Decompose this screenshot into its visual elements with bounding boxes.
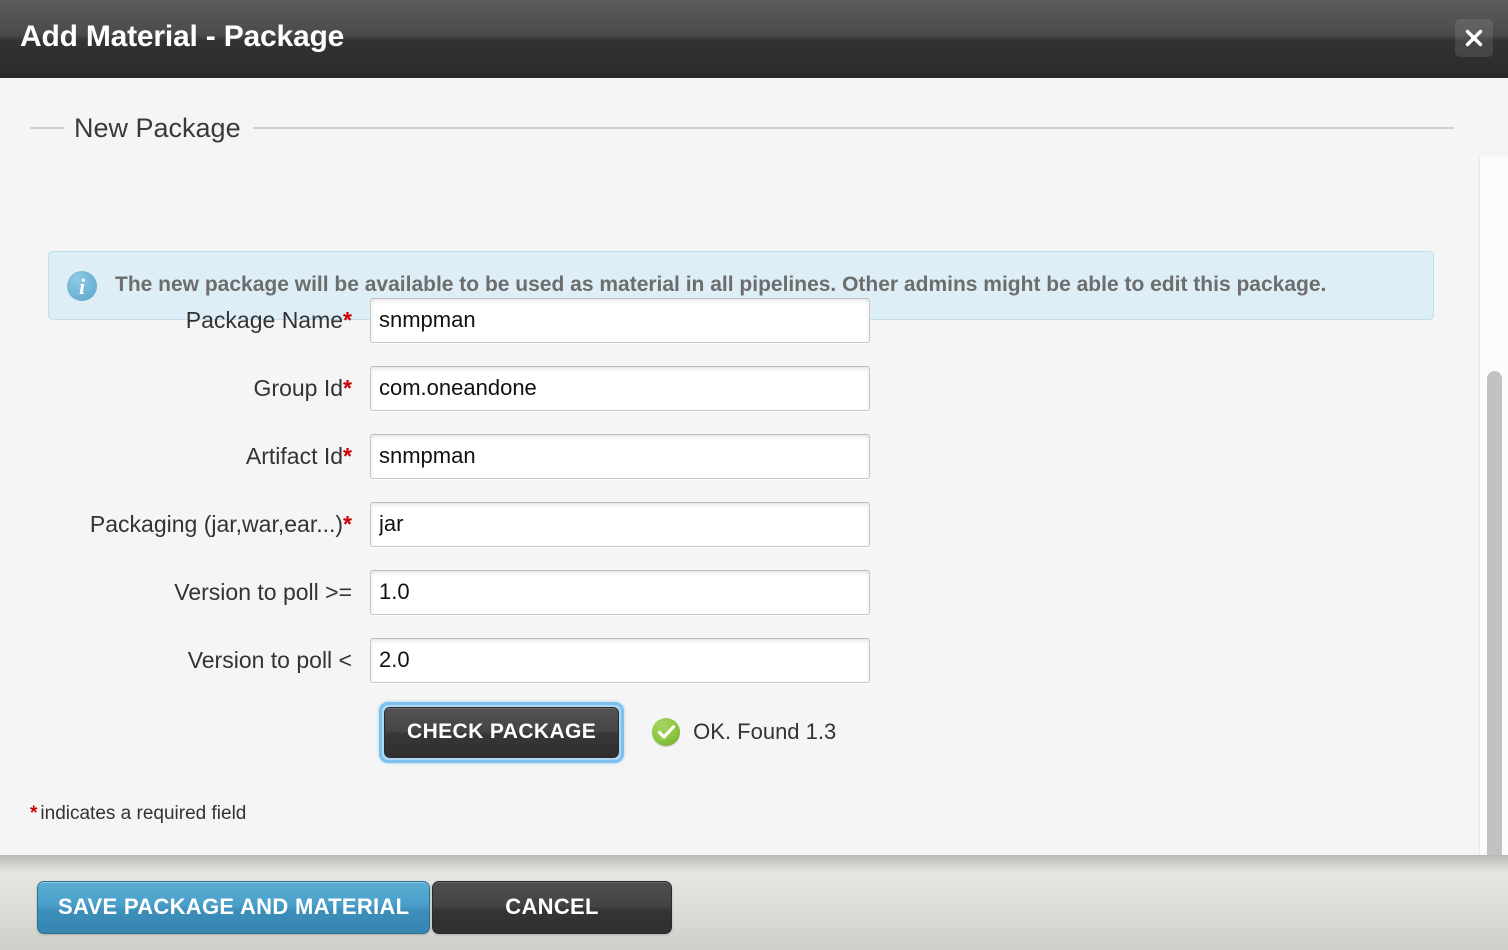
form-row-package-name: Package Name* <box>0 286 1508 354</box>
new-package-fieldset: New Package <box>30 110 1454 146</box>
dialog-body: New Package The new package will be avai… <box>0 78 1508 855</box>
dialog-footer: SAVE PACKAGE AND MATERIAL CANCEL <box>0 855 1508 950</box>
version-poll-lt-input[interactable] <box>370 637 870 683</box>
version-poll-gte-input[interactable] <box>370 569 870 615</box>
required-marker: * <box>343 510 352 537</box>
label-artifact-id: Artifact Id* <box>245 442 352 469</box>
required-marker: * <box>343 442 352 469</box>
form-row-packaging: Packaging (jar,war,ear...)* <box>0 490 1508 558</box>
legend-rule <box>252 127 1454 129</box>
required-field-note: * indicates a required field <box>30 803 246 825</box>
group-id-input[interactable] <box>370 365 870 411</box>
required-marker: * <box>30 803 38 824</box>
add-material-package-dialog: Add Material - Package New Package The n… <box>0 0 1508 950</box>
scrollbar-thumb[interactable] <box>1487 371 1502 855</box>
check-circle-icon <box>652 718 681 746</box>
save-package-and-material-button[interactable]: SAVE PACKAGE AND MATERIAL <box>37 881 431 934</box>
label-package-name: Package Name* <box>185 306 352 333</box>
label-version-poll-lt: Version to poll < <box>187 646 352 673</box>
form-row-artifact-id: Artifact Id* <box>0 422 1508 490</box>
dialog-header: Add Material - Package <box>0 0 1508 78</box>
required-marker: * <box>343 374 352 401</box>
label-group-id: Group Id* <box>253 374 352 401</box>
legend-dash-left <box>30 127 64 129</box>
required-note-text: indicates a required field <box>40 803 247 824</box>
form-row-group-id: Group Id* <box>0 354 1508 422</box>
fieldset-legend: New Package <box>74 112 241 143</box>
vertical-scrollbar[interactable] <box>1479 156 1508 855</box>
close-icon[interactable] <box>1455 19 1493 57</box>
dialog-title: Add Material - Package <box>20 20 345 53</box>
check-package-focus-ring: CHECK PACKAGE <box>379 701 625 763</box>
fieldset-legend-row: New Package <box>30 110 1454 146</box>
label-packaging: Packaging (jar,war,ear...)* <box>89 510 352 537</box>
label-version-poll-gte: Version to poll >= <box>174 578 352 605</box>
form-row-version-poll-gte: Version to poll >= <box>0 558 1508 626</box>
required-marker: * <box>343 306 352 333</box>
check-package-row: CHECK PACKAGE OK. Found 1.3 <box>0 694 1508 770</box>
artifact-id-input[interactable] <box>370 433 870 479</box>
packaging-input[interactable] <box>370 501 870 547</box>
check-package-status-text: OK. Found 1.3 <box>693 719 837 744</box>
cancel-button[interactable]: CANCEL <box>432 881 672 934</box>
check-package-button[interactable]: CHECK PACKAGE <box>384 706 620 758</box>
package-name-input[interactable] <box>370 297 870 343</box>
form-row-version-poll-lt: Version to poll < <box>0 626 1508 694</box>
package-form: Package Name* Group Id* Artifact Id* Pac… <box>0 286 1508 770</box>
check-package-status: OK. Found 1.3 <box>652 718 836 746</box>
